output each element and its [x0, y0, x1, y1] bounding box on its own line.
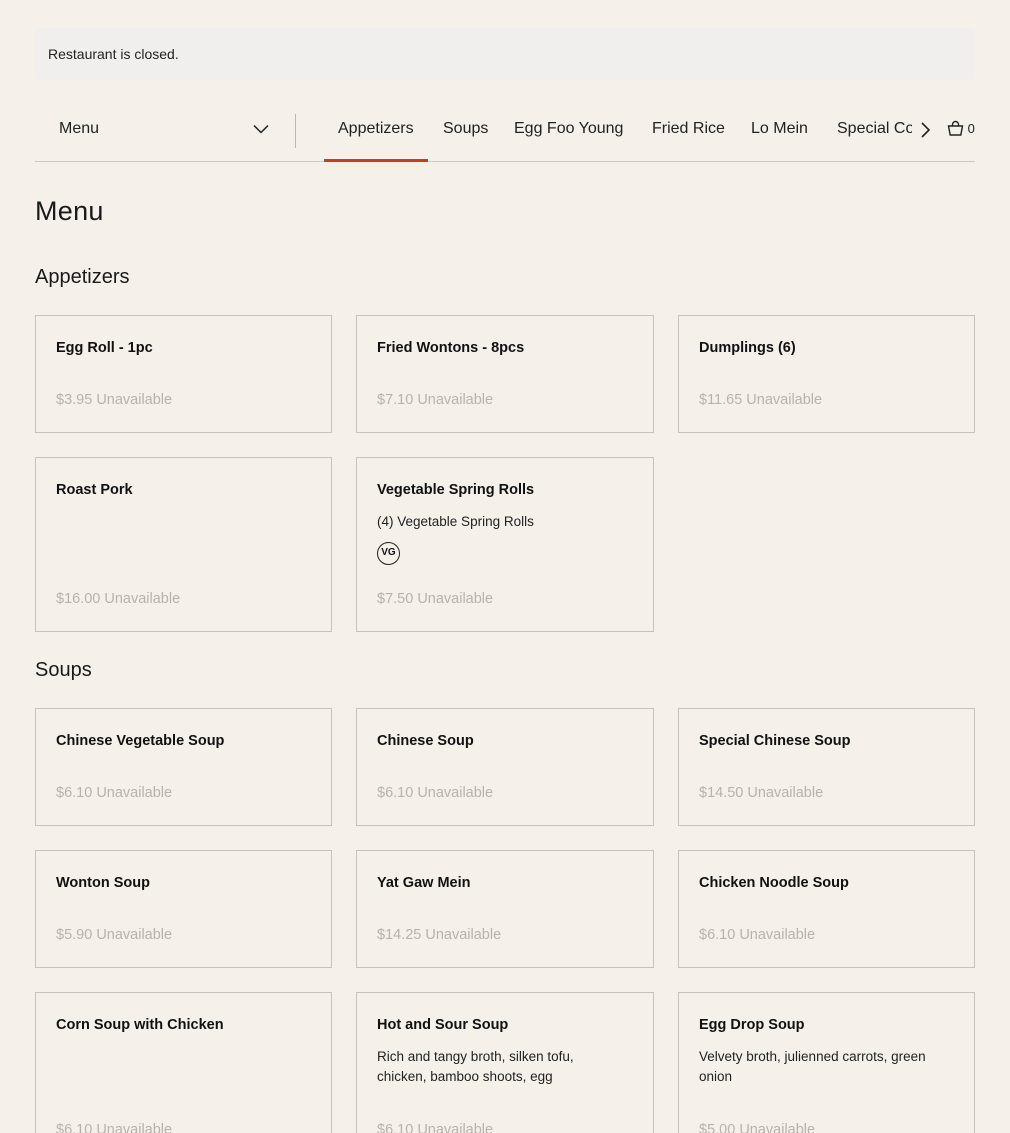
item-price: $6.10 Unavailable [377, 785, 494, 801]
menu-item-card[interactable]: Yat Gaw Mein $14.25 Unavailable [356, 850, 654, 968]
item-description: Rich and tangy broth, silken tofu, chick… [377, 1049, 574, 1084]
item-name: Roast Pork [56, 482, 133, 498]
item-name: Wonton Soup [56, 875, 150, 891]
tab-special-combination[interactable]: Special Combination [837, 120, 912, 162]
item-description: (4) Vegetable Spring Rolls [377, 514, 534, 529]
cart-count: 0 [967, 121, 975, 136]
item-price: $5.90 Unavailable [56, 927, 173, 943]
menu-item-card[interactable]: Egg Roll - 1pc $3.95 Unavailable [35, 315, 332, 433]
menu-item-card[interactable]: Chinese Vegetable Soup $6.10 Unavailable [35, 708, 332, 826]
item-name: Egg Drop Soup [699, 1017, 805, 1033]
item-price: $3.95 Unavailable [56, 392, 173, 408]
item-price: $14.25 Unavailable [377, 927, 502, 943]
item-name: Egg Roll - 1pc [56, 340, 153, 356]
menu-item-card[interactable]: Roast Pork $16.00 Unavailable [35, 457, 332, 632]
menu-item-card[interactable]: Hot and Sour Soup Rich and tangy broth, … [356, 992, 654, 1133]
item-price: $5.00 Unavailable [699, 1122, 816, 1133]
item-name: Corn Soup with Chicken [56, 1017, 224, 1033]
section-title-appetizers: Appetizers [35, 266, 130, 288]
item-description: Velvety broth, julienned carrots, green … [699, 1049, 926, 1084]
item-name: Vegetable Spring Rolls [377, 482, 535, 498]
cart-button[interactable]: 0 [947, 120, 975, 136]
menu-navbar: Menu Appetizers Soups Egg Foo Young Frie… [35, 100, 975, 162]
chevron-down-icon [253, 124, 269, 134]
vegan-badge-icon: VG [377, 542, 400, 565]
category-tabs: Appetizers Soups Egg Foo Young Fried Ric… [324, 100, 912, 162]
menu-item-card[interactable]: Corn Soup with Chicken $6.10 Unavailable [35, 992, 332, 1133]
item-price: $6.10 Unavailable [56, 1122, 173, 1133]
chevron-right-icon[interactable] [919, 121, 931, 139]
shopping-bag-icon [947, 120, 964, 136]
item-price: $14.50 Unavailable [699, 785, 824, 801]
item-name: Chinese Soup [377, 733, 474, 749]
page-title: Menu [35, 196, 104, 226]
item-price: $7.50 Unavailable [377, 591, 494, 607]
tab-lo-mein[interactable]: Lo Mein [751, 120, 808, 162]
tab-fried-rice[interactable]: Fried Rice [652, 120, 725, 162]
item-name: Chicken Noodle Soup [699, 875, 849, 891]
menu-item-card[interactable]: Dumplings (6) $11.65 Unavailable [678, 315, 975, 433]
menu-item-card[interactable]: Chinese Soup $6.10 Unavailable [356, 708, 654, 826]
item-price: $6.10 Unavailable [56, 785, 173, 801]
nav-divider [295, 114, 296, 148]
item-price: $6.10 Unavailable [699, 927, 816, 943]
menu-item-card[interactable]: Fried Wontons - 8pcs $7.10 Unavailable [356, 315, 654, 433]
item-name: Fried Wontons - 8pcs [377, 340, 525, 356]
menu-dropdown-label: Menu [59, 120, 100, 137]
item-name: Hot and Sour Soup [377, 1017, 509, 1033]
item-price: $16.00 Unavailable [56, 591, 181, 607]
menu-item-card[interactable]: Chicken Noodle Soup $6.10 Unavailable [678, 850, 975, 968]
tab-soups[interactable]: Soups [443, 120, 488, 162]
item-name: Chinese Vegetable Soup [56, 733, 225, 749]
menu-dropdown[interactable]: Menu [59, 120, 269, 142]
item-name: Yat Gaw Mein [377, 875, 471, 891]
menu-item-card[interactable]: Egg Drop Soup Velvety broth, julienned c… [678, 992, 975, 1133]
closed-banner: Restaurant is closed. [35, 28, 975, 80]
menu-item-card[interactable]: Wonton Soup $5.90 Unavailable [35, 850, 332, 968]
item-price: $11.65 Unavailable [699, 392, 823, 408]
item-price: $7.10 Unavailable [377, 392, 494, 408]
tab-appetizers[interactable]: Appetizers [324, 120, 428, 162]
item-name: Dumplings (6) [699, 340, 796, 356]
section-title-soups: Soups [35, 659, 92, 681]
item-name: Special Chinese Soup [699, 733, 851, 749]
tab-egg-foo-young[interactable]: Egg Foo Young [514, 120, 623, 162]
menu-item-card[interactable]: Vegetable Spring Rolls (4) Vegetable Spr… [356, 457, 654, 632]
menu-item-card[interactable]: Special Chinese Soup $14.50 Unavailable [678, 708, 975, 826]
item-price: $6.10 Unavailable [377, 1122, 494, 1133]
